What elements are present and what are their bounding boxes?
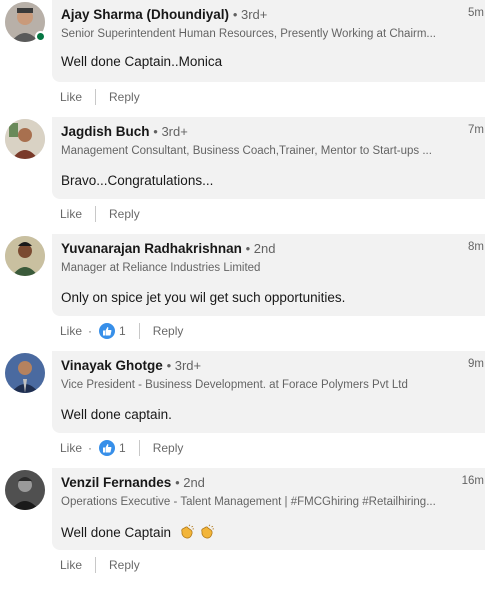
comment-item: Jagdish Buch • 3rd+ 7m Management Consul… <box>0 117 485 234</box>
commenter-name[interactable]: Yuvanarajan Radhakrishnan <box>61 241 242 256</box>
online-status-icon <box>35 31 46 42</box>
commenter-headline: Manager at Reliance Industries Limited <box>61 262 261 274</box>
clapping-hands-icon <box>179 524 195 540</box>
comment-time: 16m <box>461 475 484 487</box>
comment-bubble: Ajay Sharma (Dhoundiyal) • 3rd+ 5m Senio… <box>52 0 485 82</box>
like-button[interactable]: Like <box>60 441 82 455</box>
like-button[interactable]: Like <box>60 558 82 572</box>
connection-degree: • 3rd+ <box>166 358 202 373</box>
comment-bubble: Venzil Fernandes • 2nd 16m Operations Ex… <box>52 468 485 550</box>
comment-time: 7m <box>468 124 484 136</box>
comments-feed: Ajay Sharma (Dhoundiyal) • 3rd+ 5m Senio… <box>0 0 485 589</box>
comment-item: Ajay Sharma (Dhoundiyal) • 3rd+ 5m Senio… <box>0 0 485 117</box>
like-reaction-icon <box>99 440 116 456</box>
reaction-separator: · <box>88 324 93 338</box>
reply-button[interactable]: Reply <box>109 90 140 104</box>
name-line: Venzil Fernandes • 2nd <box>61 475 205 490</box>
commenter-headline: Operations Executive - Talent Management… <box>61 496 436 508</box>
comment-item: Yuvanarajan Radhakrishnan • 2nd 8m Manag… <box>0 234 485 351</box>
comment-text: Well done Captain..Monica <box>61 54 223 69</box>
comment-text: Only on spice jet you wil get such oppor… <box>61 290 346 305</box>
avatar[interactable] <box>5 119 45 159</box>
commenter-headline: Vice President - Business Development. a… <box>61 379 408 391</box>
reply-button[interactable]: Reply <box>153 324 184 338</box>
like-reaction-icon <box>99 323 116 339</box>
action-divider <box>138 440 140 456</box>
comment-item: Vinayak Ghotge • 3rd+ 9m Vice President … <box>0 351 485 468</box>
comment-actions: Like Reply <box>60 556 140 574</box>
commenter-headline: Management Consultant, Business Coach,Tr… <box>61 145 432 157</box>
like-button[interactable]: Like <box>60 324 82 338</box>
comment-item: Venzil Fernandes • 2nd 16m Operations Ex… <box>0 468 485 585</box>
name-line: Ajay Sharma (Dhoundiyal) • 3rd+ <box>61 7 267 22</box>
comment-actions: Like Reply <box>60 205 140 223</box>
comment-bubble: Yuvanarajan Radhakrishnan • 2nd 8m Manag… <box>52 234 485 316</box>
comment-time: 8m <box>468 241 484 253</box>
comment-text: Well done Captain <box>61 525 172 540</box>
reaction-count[interactable]: 1 <box>119 324 126 338</box>
name-line: Vinayak Ghotge • 3rd+ <box>61 358 201 373</box>
comment-text-row: Well done Captain <box>61 524 215 540</box>
reply-button[interactable]: Reply <box>109 558 140 572</box>
commenter-name[interactable]: Vinayak Ghotge <box>61 358 163 373</box>
avatar[interactable] <box>5 236 45 276</box>
avatar[interactable] <box>5 353 45 393</box>
action-divider <box>95 89 97 105</box>
connection-degree: • 2nd <box>245 241 276 256</box>
comment-text: Well done captain. <box>61 407 172 422</box>
name-line: Yuvanarajan Radhakrishnan • 2nd <box>61 241 275 256</box>
comment-text: Bravo...Congratulations... <box>61 173 214 188</box>
avatar[interactable] <box>5 470 45 510</box>
reply-button[interactable]: Reply <box>153 441 184 455</box>
action-divider <box>95 206 97 222</box>
comment-time: 9m <box>468 358 484 370</box>
comment-actions: Like · 1 Reply <box>60 322 183 340</box>
action-divider <box>95 557 97 573</box>
connection-degree: • 3rd+ <box>153 124 188 139</box>
action-divider <box>138 323 140 339</box>
comment-actions: Like Reply <box>60 88 140 106</box>
name-line: Jagdish Buch • 3rd+ <box>61 124 188 139</box>
commenter-name[interactable]: Ajay Sharma (Dhoundiyal) <box>61 7 229 22</box>
commenter-name[interactable]: Venzil Fernandes <box>61 475 171 490</box>
like-button[interactable]: Like <box>60 207 82 221</box>
connection-degree: • 3rd+ <box>232 7 268 22</box>
commenter-headline: Senior Superintendent Human Resources, P… <box>61 28 436 40</box>
commenter-name[interactable]: Jagdish Buch <box>61 124 150 139</box>
reaction-separator: · <box>88 441 93 455</box>
comment-actions: Like · 1 Reply <box>60 439 183 457</box>
like-button[interactable]: Like <box>60 90 82 104</box>
clapping-hands-icon <box>199 524 215 540</box>
comment-time: 5m <box>468 7 484 19</box>
comment-bubble: Vinayak Ghotge • 3rd+ 9m Vice President … <box>52 351 485 433</box>
reply-button[interactable]: Reply <box>109 207 140 221</box>
reaction-count[interactable]: 1 <box>119 441 126 455</box>
comment-bubble: Jagdish Buch • 3rd+ 7m Management Consul… <box>52 117 485 199</box>
connection-degree: • 2nd <box>175 475 205 490</box>
